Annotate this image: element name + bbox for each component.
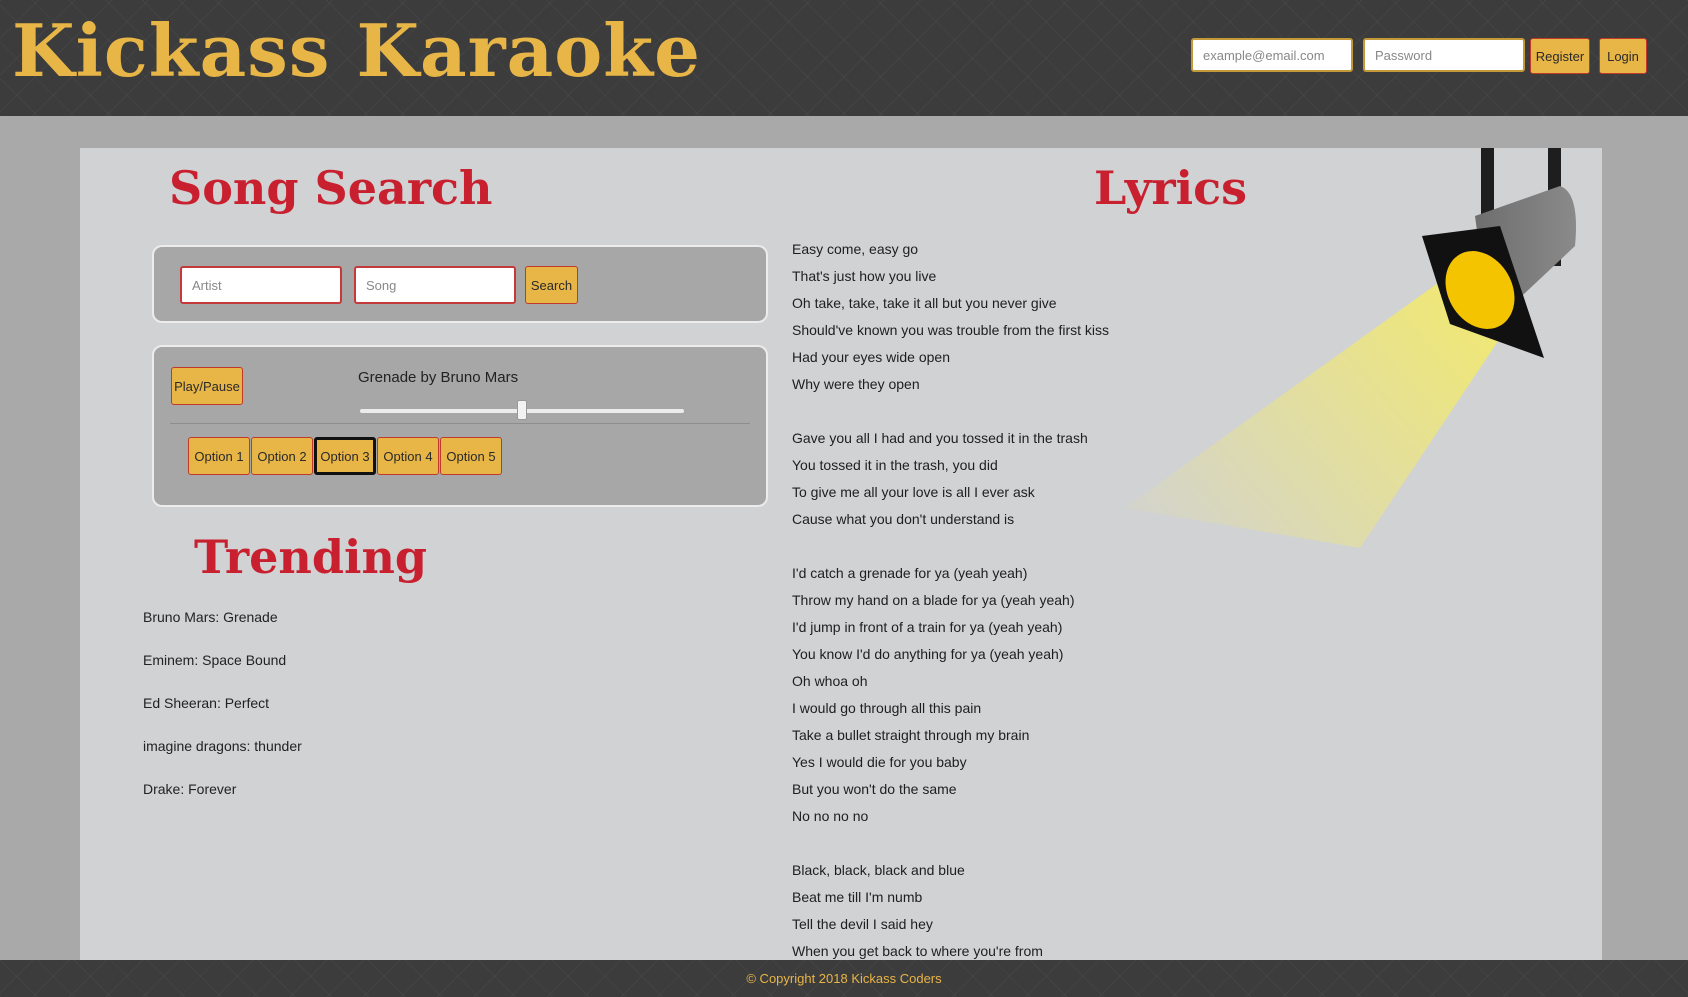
song-input[interactable] bbox=[354, 266, 516, 304]
light-beam bbox=[1125, 278, 1510, 548]
spotlight-bracket-left bbox=[1481, 148, 1494, 226]
lyrics-line: Beat me till I'm numb bbox=[792, 889, 923, 905]
trending-item[interactable]: Ed Sheeran: Perfect bbox=[143, 694, 302, 737]
lyrics-line: Oh whoa oh bbox=[792, 673, 868, 689]
trending-item[interactable]: Drake: Forever bbox=[143, 780, 302, 823]
song-search-form: Search bbox=[152, 245, 768, 323]
spotlight-lens bbox=[1445, 251, 1515, 329]
lyrics-line: That's just how you live bbox=[792, 268, 937, 284]
lyrics-line: Oh take, take, take it all but you never… bbox=[792, 295, 1057, 311]
lyrics-line: Yes I would die for you baby bbox=[792, 754, 967, 770]
option-button-3[interactable]: Option 3 bbox=[314, 437, 376, 475]
lyrics-line: You tossed it in the trash, you did bbox=[792, 457, 998, 473]
lyrics-line: Easy come, easy go bbox=[792, 241, 919, 257]
option-button-2[interactable]: Option 2 bbox=[251, 437, 313, 475]
trending-list: Bruno Mars: Grenade Eminem: Space Bound … bbox=[143, 608, 302, 823]
lyrics-line: Had your eyes wide open bbox=[792, 349, 950, 365]
player-divider bbox=[170, 423, 750, 424]
lyrics-stanza-break bbox=[792, 398, 1109, 425]
site-header: Kickass Karaoke Register Login bbox=[0, 0, 1688, 116]
artist-input[interactable] bbox=[180, 266, 342, 304]
option-button-5[interactable]: Option 5 bbox=[440, 437, 502, 475]
lyrics-line: Tell the devil I said hey bbox=[792, 916, 933, 932]
lyrics-line: Throw my hand on a blade for ya (yeah ye… bbox=[792, 592, 1075, 608]
now-playing-label: Grenade by Bruno Mars bbox=[358, 369, 519, 386]
lyrics-line: Black, black, black and blue bbox=[792, 862, 965, 878]
lyrics-line: Should've known you was trouble from the… bbox=[792, 322, 1110, 338]
trending-item[interactable]: imagine dragons: thunder bbox=[143, 737, 302, 780]
lyrics-line: But you won't do the same bbox=[792, 781, 957, 797]
lyrics-line: I'd catch a grenade for ya (yeah yeah) bbox=[792, 565, 1028, 581]
register-button[interactable]: Register bbox=[1530, 38, 1590, 74]
login-button[interactable]: Login bbox=[1599, 38, 1647, 74]
copyright-text: © Copyright 2018 Kickass Coders bbox=[746, 971, 942, 986]
spotlight-head bbox=[1422, 226, 1544, 358]
lyrics-line: Why were they open bbox=[792, 376, 920, 392]
trending-item[interactable]: Bruno Mars: Grenade bbox=[143, 608, 302, 651]
auth-form: Register Login bbox=[1191, 38, 1647, 76]
search-button[interactable]: Search bbox=[525, 266, 578, 304]
lyrics-line: I'd jump in front of a train for ya (yea… bbox=[792, 619, 1063, 635]
lyrics-stanza-break bbox=[792, 533, 1109, 560]
option-button-4[interactable]: Option 4 bbox=[377, 437, 439, 475]
email-field[interactable] bbox=[1191, 38, 1353, 72]
site-footer: © Copyright 2018 Kickass Coders bbox=[0, 960, 1688, 997]
lyrics-line: I would go through all this pain bbox=[792, 700, 982, 716]
lyrics-line: When you get back to where you're from bbox=[792, 943, 1043, 959]
lyrics-line: You know I'd do anything for ya (yeah ye… bbox=[792, 646, 1064, 662]
spotlight-bracket-right bbox=[1548, 148, 1561, 266]
player-controls: Play/Pause Grenade by Bruno Mars Option … bbox=[152, 345, 768, 507]
song-search-title: Song Search bbox=[169, 161, 493, 215]
lyrics-text: Easy come, easy go That's just how you li… bbox=[792, 236, 1109, 960]
lyrics-line: No no no no bbox=[792, 808, 869, 824]
lyrics-line: Take a bullet straight through my brain bbox=[792, 727, 1030, 743]
password-field[interactable] bbox=[1363, 38, 1525, 72]
spotlight-body bbox=[1475, 186, 1576, 326]
playback-slider[interactable] bbox=[360, 400, 684, 420]
lyrics-line: Gave you all I had and you tossed it in … bbox=[792, 430, 1088, 446]
lyrics-stanza-break bbox=[792, 830, 1109, 857]
play-pause-button[interactable]: Play/Pause bbox=[171, 367, 243, 405]
slider-handle[interactable] bbox=[517, 400, 527, 420]
trending-title: Trending bbox=[194, 530, 428, 584]
site-logo[interactable]: Kickass Karaoke bbox=[12, 6, 701, 96]
lyrics-line: Cause what you don't understand is bbox=[792, 511, 1015, 527]
lyrics-line: To give me all your love is all I ever a… bbox=[792, 484, 1035, 500]
option-button-1[interactable]: Option 1 bbox=[188, 437, 250, 475]
trending-item[interactable]: Eminem: Space Bound bbox=[143, 651, 302, 694]
main-panel: Song Search Search Play/Pause Grenade by… bbox=[80, 148, 1602, 960]
lyrics-title: Lyrics bbox=[1094, 161, 1248, 215]
